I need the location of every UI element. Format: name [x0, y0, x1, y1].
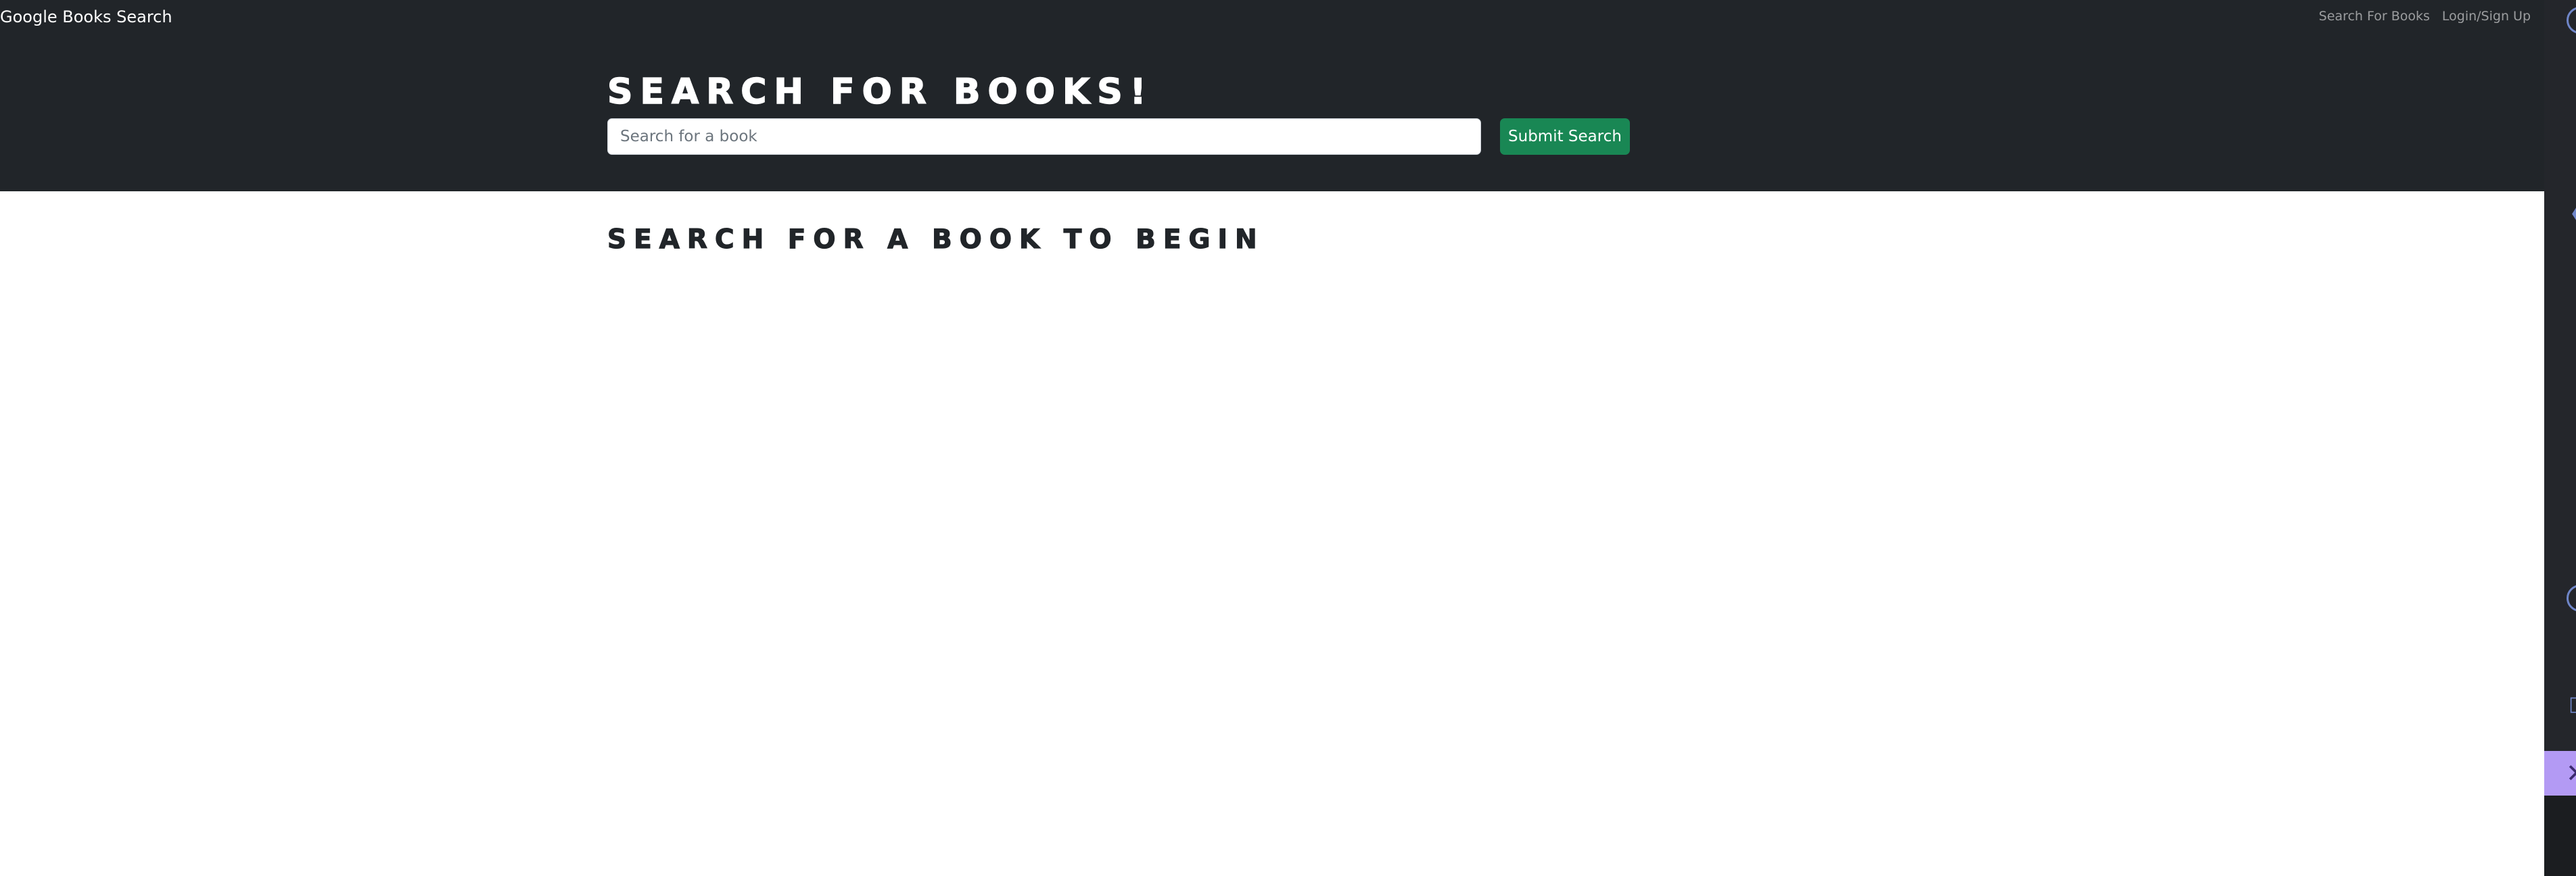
nav-link-login-signup[interactable]: Login/Sign Up [2442, 8, 2531, 24]
navbar-links: Search For Books Login/Sign Up [2319, 8, 2531, 24]
side-panel: ❮ ▯ ✕ [2544, 0, 2576, 876]
nav-link-search-for-books[interactable]: Search For Books [2319, 8, 2430, 24]
account-circle-icon[interactable] [2567, 7, 2576, 34]
side-panel-footer [2544, 796, 2576, 876]
collapse-chevron-icon[interactable]: ❮ [2569, 199, 2576, 226]
search-input[interactable] [607, 118, 1481, 155]
panel-icon[interactable]: ▯ [2569, 691, 2576, 718]
page: Google Books Search Search For Books Log… [0, 0, 2576, 876]
account-circle-icon[interactable] [2567, 585, 2576, 612]
submit-search-button[interactable]: Submit Search [1500, 118, 1630, 155]
header-region: Google Books Search Search For Books Log… [0, 0, 2544, 191]
results-heading: Search for a book to begin [607, 224, 1265, 255]
close-icon[interactable]: ✕ [2566, 760, 2576, 787]
page-title: Search for Books! [607, 71, 1154, 113]
navbar-brand[interactable]: Google Books Search [0, 7, 172, 27]
